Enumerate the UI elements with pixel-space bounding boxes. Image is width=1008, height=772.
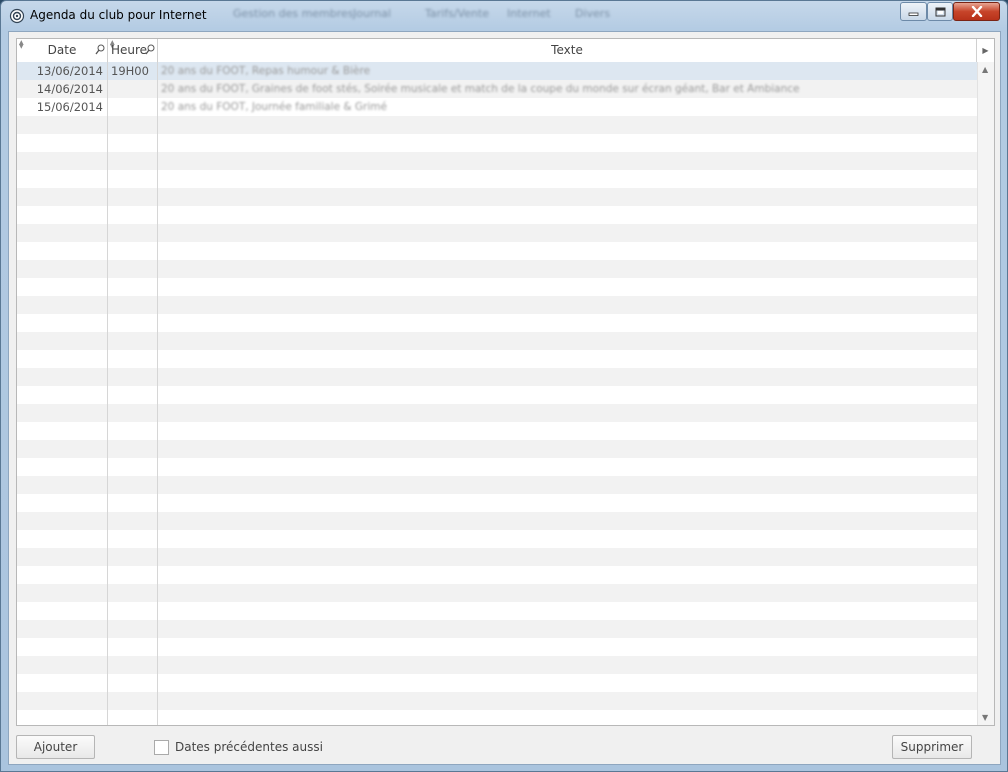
search-filter-icon[interactable] <box>145 44 155 55</box>
empty-row[interactable] <box>17 206 977 224</box>
close-icon <box>971 6 982 17</box>
table-row[interactable]: 14/06/2014 20 ans du FOOT, Graines de foo… <box>17 80 977 98</box>
scroll-up-arrow-icon[interactable]: ▲ <box>982 65 988 74</box>
column-divider <box>157 62 158 725</box>
empty-row[interactable] <box>17 602 977 620</box>
maximize-button[interactable] <box>927 2 953 21</box>
empty-row[interactable] <box>17 134 977 152</box>
previous-dates-checkbox-label[interactable]: Dates précédentes aussi <box>175 740 323 754</box>
scroll-right-arrow-icon[interactable]: ▶ <box>977 39 994 62</box>
background-menu-item: Journal <box>353 7 392 20</box>
minimize-icon <box>908 12 919 16</box>
empty-row[interactable] <box>17 584 977 602</box>
delete-button[interactable]: Supprimer <box>892 735 972 759</box>
maximize-icon <box>935 7 945 16</box>
background-menu-item: Divers <box>575 7 611 20</box>
background-menu-item: - <box>199 7 203 20</box>
column-header-heure-label: Heure <box>111 43 148 57</box>
empty-row[interactable] <box>17 512 977 530</box>
empty-row[interactable] <box>17 530 977 548</box>
empty-row[interactable] <box>17 368 977 386</box>
table-row[interactable]: 15/06/2014 20 ans du FOOT, Journée famili… <box>17 98 977 116</box>
empty-row[interactable] <box>17 278 977 296</box>
column-header-texte-label: Texte <box>551 43 583 57</box>
empty-row[interactable] <box>17 296 977 314</box>
column-header-texte[interactable]: Texte <box>158 39 977 62</box>
grid-header: ▲ ▼ Date ▲ ▼ Heure Texte ▶ <box>17 39 994 63</box>
empty-row[interactable] <box>17 674 977 692</box>
cell-heure: 19H00 <box>111 64 149 78</box>
app-window: Agenda du club pour Internet - Gestion d… <box>0 0 1008 772</box>
cell-texte: 20 ans du FOOT, Journée familiale & Grim… <box>161 101 387 113</box>
empty-row[interactable] <box>17 260 977 278</box>
empty-row[interactable] <box>17 458 977 476</box>
cell-texte: 20 ans du FOOT, Repas humour & Bière <box>161 65 371 77</box>
scroll-down-arrow-icon[interactable]: ▼ <box>982 713 988 722</box>
empty-row[interactable] <box>17 404 977 422</box>
cell-date: 13/06/2014 <box>36 64 103 78</box>
background-menu-item: Gestion des membres <box>233 7 354 20</box>
agenda-grid[interactable]: ▲ ▼ Date ▲ ▼ Heure Texte ▶ 13/06/2014 19… <box>16 38 995 726</box>
empty-row[interactable] <box>17 314 977 332</box>
empty-row[interactable] <box>17 656 977 674</box>
add-button[interactable]: Ajouter <box>16 735 95 759</box>
empty-row[interactable] <box>17 386 977 404</box>
empty-row[interactable] <box>17 494 977 512</box>
background-menu-item: Internet <box>507 7 551 20</box>
empty-row[interactable] <box>17 332 977 350</box>
close-button[interactable] <box>953 2 1000 21</box>
empty-row[interactable] <box>17 620 977 638</box>
empty-row[interactable] <box>17 242 977 260</box>
previous-dates-checkbox[interactable] <box>154 740 169 755</box>
minimize-button[interactable] <box>900 2 927 21</box>
cell-date: 15/06/2014 <box>36 100 103 114</box>
client-area: ▲ ▼ Date ▲ ▼ Heure Texte ▶ 13/06/2014 19… <box>8 31 1001 765</box>
column-header-date-label: Date <box>47 43 77 57</box>
empty-row[interactable] <box>17 548 977 566</box>
table-row[interactable]: 13/06/2014 19H00 20 ans du FOOT, Repas hum… <box>17 62 977 80</box>
empty-row[interactable] <box>17 440 977 458</box>
empty-row[interactable] <box>17 170 977 188</box>
empty-row[interactable] <box>17 566 977 584</box>
sort-icon: ▲ ▼ <box>19 39 24 50</box>
empty-row[interactable] <box>17 224 977 242</box>
grid-body: 13/06/2014 19H00 20 ans du FOOT, Repas hum… <box>17 62 977 710</box>
empty-row[interactable] <box>17 116 977 134</box>
empty-row[interactable] <box>17 350 977 368</box>
empty-row[interactable] <box>17 692 977 710</box>
column-divider <box>107 62 108 725</box>
empty-row[interactable] <box>17 476 977 494</box>
background-menu-item: Tarifs/Vente <box>425 7 490 20</box>
column-header-date[interactable]: ▲ ▼ Date <box>17 39 108 62</box>
empty-row[interactable] <box>17 188 977 206</box>
empty-row[interactable] <box>17 638 977 656</box>
window-title: Agenda du club pour Internet <box>30 8 207 22</box>
app-gear-icon <box>9 8 25 24</box>
empty-row[interactable] <box>17 422 977 440</box>
cell-date: 14/06/2014 <box>36 82 103 96</box>
column-header-heure[interactable]: ▲ ▼ Heure <box>108 39 158 62</box>
title-bar[interactable]: Agenda du club pour Internet - Gestion d… <box>1 1 1007 31</box>
empty-row[interactable] <box>17 152 977 170</box>
search-filter-icon[interactable] <box>95 44 105 55</box>
vertical-scrollbar[interactable]: ▲ ▼ <box>977 62 994 725</box>
cell-texte: 20 ans du FOOT, Graines de foot stés, So… <box>161 83 800 95</box>
